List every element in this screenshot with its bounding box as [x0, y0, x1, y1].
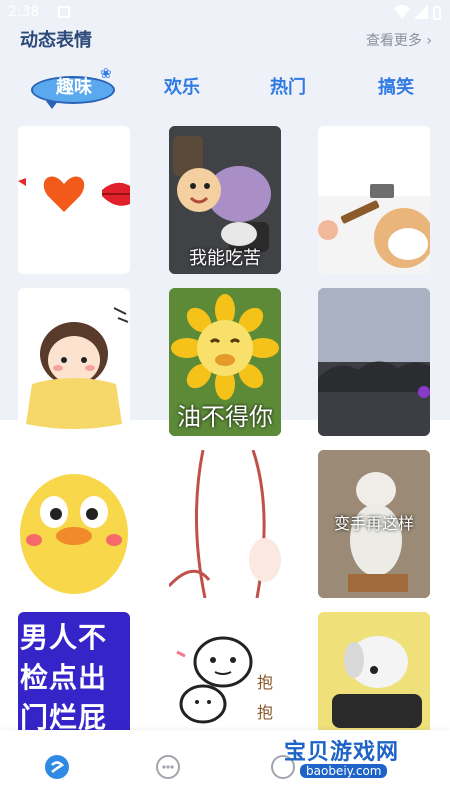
chevron-right-icon: › [426, 33, 432, 49]
tab-joy[interactable]: 欢乐 [137, 74, 227, 102]
nav-discover-icon[interactable] [44, 754, 70, 780]
nav-chat-icon[interactable] [155, 754, 181, 780]
watermark-text: 宝贝游戏网 [284, 740, 400, 765]
watermark-logo: 宝贝游戏网 baobeiy.com [276, 716, 426, 786]
blanket-girl-image [26, 307, 129, 429]
sticker-blanket-girl[interactable] [18, 288, 130, 436]
hearts-lips-image [18, 176, 130, 212]
sticker-caption: 变手再这样 [333, 514, 414, 533]
sticker-hearts-lips[interactable] [18, 126, 130, 274]
sticker-grid: 我能吃苦 油不得你 变手再这样 男人不检点出门烂屁 抱抱 [0, 124, 450, 760]
more-link-label: 查看更多 [365, 33, 422, 49]
notification-icon [58, 6, 70, 18]
sticker-dumbbell-character[interactable]: 我能吃苦 [169, 126, 281, 274]
sticker-sketch-lines[interactable] [169, 450, 281, 598]
signal-icon [414, 5, 428, 19]
category-tabs: 趣味 欢乐 热门 搞笑 [0, 70, 450, 106]
sticker-dark-rocks-night[interactable] [318, 288, 430, 436]
dog-hammer-image [318, 184, 430, 274]
section-title: 动态表情 [20, 30, 92, 51]
more-link[interactable]: 查看更多 › [366, 30, 432, 50]
sticker-sunflower[interactable]: 油不得你 [169, 288, 281, 436]
status-bar: 2:38 [0, 0, 450, 26]
sticker-yellow-chick[interactable] [18, 450, 130, 598]
sketch-lines-image [169, 450, 281, 598]
tab-fun[interactable]: 趣味 [29, 74, 119, 102]
watermark-url: baobeiy.com [300, 764, 388, 778]
tab-funny[interactable]: 搞笑 [351, 74, 441, 102]
tab-hot[interactable]: 热门 [243, 74, 333, 102]
battery-icon [433, 6, 441, 20]
sticker-caption: 油不得你 [177, 403, 273, 431]
wifi-icon [394, 5, 410, 19]
status-time: 2:38 [8, 4, 40, 20]
sticker-dog-hammer[interactable] [318, 126, 430, 274]
sticker-caption: 我能吃苦 [189, 248, 261, 269]
dark-rocks-night-image [318, 288, 430, 436]
yellow-chick-image [20, 474, 128, 594]
sticker-cat-hands[interactable]: 变手再这样 [318, 450, 430, 598]
